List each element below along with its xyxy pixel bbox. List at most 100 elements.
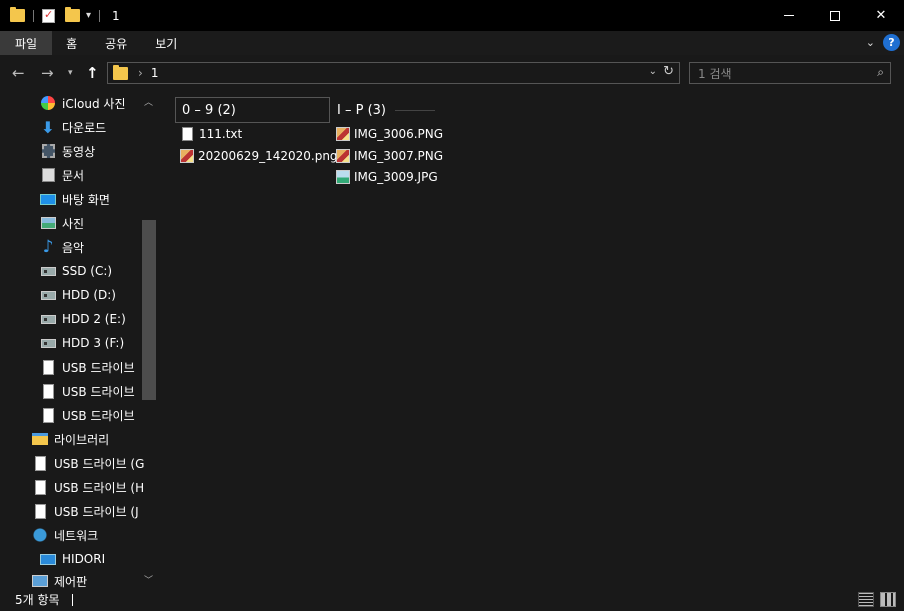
forward-icon[interactable]: → — [41, 64, 54, 82]
tab-view[interactable]: 보기 — [141, 31, 191, 55]
back-icon[interactable]: ← — [12, 64, 25, 82]
nav-item-label: 바탕 화면 — [62, 192, 110, 207]
computer-icon — [40, 551, 56, 567]
nav-item-label: 다운로드 — [62, 120, 107, 135]
search-input[interactable]: 1 검색 ⌕ — [689, 62, 891, 84]
separator — [99, 9, 101, 22]
breadcrumb[interactable]: 1 — [151, 66, 159, 80]
folder-icon — [113, 64, 128, 80]
nav-item-label: 문서 — [62, 168, 85, 183]
nav-item-pictures[interactable]: 사진 — [40, 211, 84, 235]
nav-item-usb-h[interactable]: USB 드라이브 (H — [32, 475, 144, 499]
file-item[interactable]: IMG_3009.JPG — [336, 167, 438, 187]
nav-item-label: HIDORI — [62, 552, 106, 566]
nav-item-drive-f[interactable]: HDD 3 (F:) — [40, 331, 124, 355]
nav-item-music[interactable]: ♪ 음악 — [40, 235, 85, 259]
nav-item-label: 라이브러리 — [54, 432, 110, 447]
customize-toolbar-icon[interactable]: ▾ — [86, 10, 91, 21]
file-item[interactable]: 111.txt — [180, 124, 242, 144]
nav-item-label: SSD (C:) — [62, 264, 113, 278]
nav-item-label: HDD (D:) — [62, 288, 116, 302]
file-list-area[interactable]: 0 – 9 (2) 111.txt 20200629_142020.png I … — [160, 91, 904, 588]
file-item[interactable]: IMG_3006.PNG — [336, 124, 443, 144]
address-bar[interactable]: › 1 ⌄ ↻ — [107, 62, 680, 84]
tab-home[interactable]: 홈 — [52, 31, 91, 55]
file-name: 20200629_142020.png — [198, 149, 338, 163]
control-panel-icon — [32, 573, 48, 588]
file-item[interactable]: IMG_3007.PNG — [336, 146, 443, 166]
expand-ribbon-icon[interactable]: ⌄ — [866, 36, 875, 49]
properties-icon[interactable] — [42, 8, 55, 23]
file-item[interactable]: 20200629_142020.png — [180, 146, 338, 166]
breadcrumb-chevron-icon[interactable]: › — [138, 66, 143, 80]
search-icon[interactable]: ⌕ — [877, 65, 884, 80]
nav-item-documents[interactable]: 문서 — [40, 163, 84, 187]
image-file-icon — [336, 127, 350, 141]
title-bar: ▾ 1 ✕ — [0, 0, 904, 31]
large-icons-view-icon[interactable] — [880, 592, 896, 607]
scroll-down-icon[interactable]: ﹀ — [144, 573, 153, 586]
documents-icon — [40, 167, 56, 183]
image-file-icon — [336, 149, 350, 163]
nav-item-label: USB 드라이브 (G — [54, 456, 145, 471]
nav-item-icloud-photos[interactable]: iCloud 사진 — [40, 91, 126, 115]
nav-item-libraries[interactable]: 라이브러리 — [32, 427, 109, 451]
tab-file[interactable]: 파일 — [0, 31, 53, 55]
nav-scroll-thumb[interactable] — [142, 220, 156, 400]
nav-item-usb-3[interactable]: USB 드라이브 — [40, 403, 135, 427]
usb-drive-icon — [40, 359, 56, 375]
group-header-label: I – P (3) — [337, 102, 386, 118]
nav-item-usb-1[interactable]: USB 드라이브 — [40, 355, 135, 379]
usb-drive-icon — [40, 383, 56, 399]
maximize-button[interactable] — [812, 0, 858, 31]
minimize-button[interactable] — [766, 0, 812, 31]
recent-locations-icon[interactable]: ▾ — [68, 68, 73, 78]
usb-drive-icon — [40, 407, 56, 423]
nav-item-drive-e[interactable]: HDD 2 (E:) — [40, 307, 126, 331]
nav-item-drive-d[interactable]: HDD (D:) — [40, 283, 116, 307]
video-icon — [40, 143, 56, 159]
file-name: IMG_3007.PNG — [354, 149, 444, 163]
address-dropdown-icon[interactable]: ⌄ — [649, 66, 657, 77]
tab-share[interactable]: 공유 — [91, 31, 141, 55]
nav-item-videos[interactable]: 동영상 — [40, 139, 95, 163]
refresh-icon[interactable]: ↻ — [663, 64, 674, 79]
nav-item-drive-c[interactable]: SSD (C:) — [40, 259, 112, 283]
text-file-icon — [182, 127, 193, 141]
scroll-up-icon[interactable]: ︿ — [144, 95, 153, 108]
view-switcher — [858, 592, 896, 607]
drive-icon — [40, 335, 56, 351]
new-folder-icon[interactable] — [65, 7, 80, 22]
ribbon-tabs: 파일 홈 공유 보기 ⌄ ? — [0, 31, 904, 55]
music-icon: ♪ — [42, 237, 54, 257]
nav-item-usb-g[interactable]: USB 드라이브 (G — [32, 451, 144, 475]
nav-item-label: USB 드라이브 (J — [54, 504, 139, 519]
nav-item-label: USB 드라이브 — [62, 384, 135, 399]
nav-item-label: USB 드라이브 (H — [54, 480, 145, 495]
nav-item-hidori[interactable]: HIDORI — [40, 547, 105, 571]
nav-item-downloads[interactable]: ⬇ 다운로드 — [40, 115, 106, 139]
minimize-icon — [784, 15, 794, 16]
nav-item-label: 네트워크 — [54, 528, 99, 543]
nav-item-usb-j[interactable]: USB 드라이브 (J — [32, 499, 139, 523]
item-count: 5개 항목 — [15, 593, 60, 607]
usb-drive-icon — [32, 503, 48, 519]
nav-item-network[interactable]: 네트워크 — [32, 523, 98, 547]
nav-item-control-panel[interactable]: 제어판 — [32, 569, 87, 588]
group-header[interactable]: 0 – 9 (2) — [175, 97, 330, 123]
nav-item-label: iCloud 사진 — [62, 96, 126, 111]
icloud-photos-icon — [40, 95, 56, 111]
window-controls: ✕ — [766, 0, 904, 31]
help-icon[interactable]: ? — [883, 34, 900, 51]
nav-item-usb-2[interactable]: USB 드라이브 — [40, 379, 135, 403]
nav-item-label: 제어판 — [54, 574, 88, 589]
nav-item-desktop[interactable]: 바탕 화면 — [40, 187, 110, 211]
up-icon[interactable]: ↑ — [86, 64, 99, 82]
close-icon: ✕ — [875, 8, 887, 23]
navigation-pane: iCloud 사진 ⬇ 다운로드 동영상 문서 바탕 화면 사진 ♪ 음악 SSD … — [0, 91, 160, 588]
details-view-icon[interactable] — [858, 592, 874, 607]
file-name: IMG_3009.JPG — [354, 170, 438, 184]
close-button[interactable]: ✕ — [858, 0, 904, 31]
window-title: 1 — [112, 8, 120, 23]
status-separator — [71, 593, 73, 606]
